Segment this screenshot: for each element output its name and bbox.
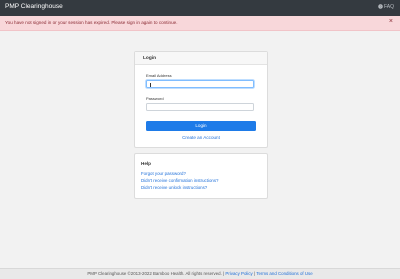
privacy-policy-link[interactable]: Privacy Policy [225, 271, 252, 276]
email-label: Email Address [146, 73, 172, 78]
unlock-instructions-link[interactable]: Didn't receive unlock instructions? [141, 185, 207, 190]
password-field[interactable] [146, 103, 254, 111]
login-button[interactable]: Login [146, 121, 256, 131]
footer-separator: | [253, 271, 256, 276]
confirmation-instructions-link[interactable]: Didn't receive confirmation instructions… [141, 178, 218, 183]
password-label: Password [146, 96, 164, 101]
help-title: Help [141, 161, 151, 166]
svg-text:?: ? [379, 5, 381, 9]
footer: PMP Clearinghouse ©2013-2022 Bamboo Heal… [0, 268, 400, 279]
email-field[interactable] [146, 80, 254, 88]
faq-link[interactable]: ? FAQ [377, 4, 394, 10]
terms-link[interactable]: Terms and Conditions of Use [256, 271, 312, 276]
text-caret [150, 82, 151, 87]
session-expired-alert: You have not signed in or your session h… [0, 16, 400, 31]
create-account-link[interactable]: Create an Account [135, 135, 267, 140]
question-circle-icon: ? [377, 4, 383, 9]
footer-copyright: PMP Clearinghouse ©2013-2022 Bamboo Heal… [87, 271, 225, 276]
close-icon[interactable]: × [389, 18, 393, 25]
alert-message: You have not signed in or your session h… [5, 20, 178, 25]
forgot-password-link[interactable]: Forgot your password? [141, 171, 186, 176]
top-navbar: PMP Clearinghouse ? FAQ [0, 0, 400, 16]
brand-title[interactable]: PMP Clearinghouse [5, 3, 63, 10]
login-card-title: Login [135, 52, 267, 65]
login-card: Login Email Address Password Login Creat… [134, 51, 268, 148]
faq-label: FAQ [383, 4, 394, 10]
help-card: Help Forgot your password? Didn't receiv… [134, 153, 268, 199]
